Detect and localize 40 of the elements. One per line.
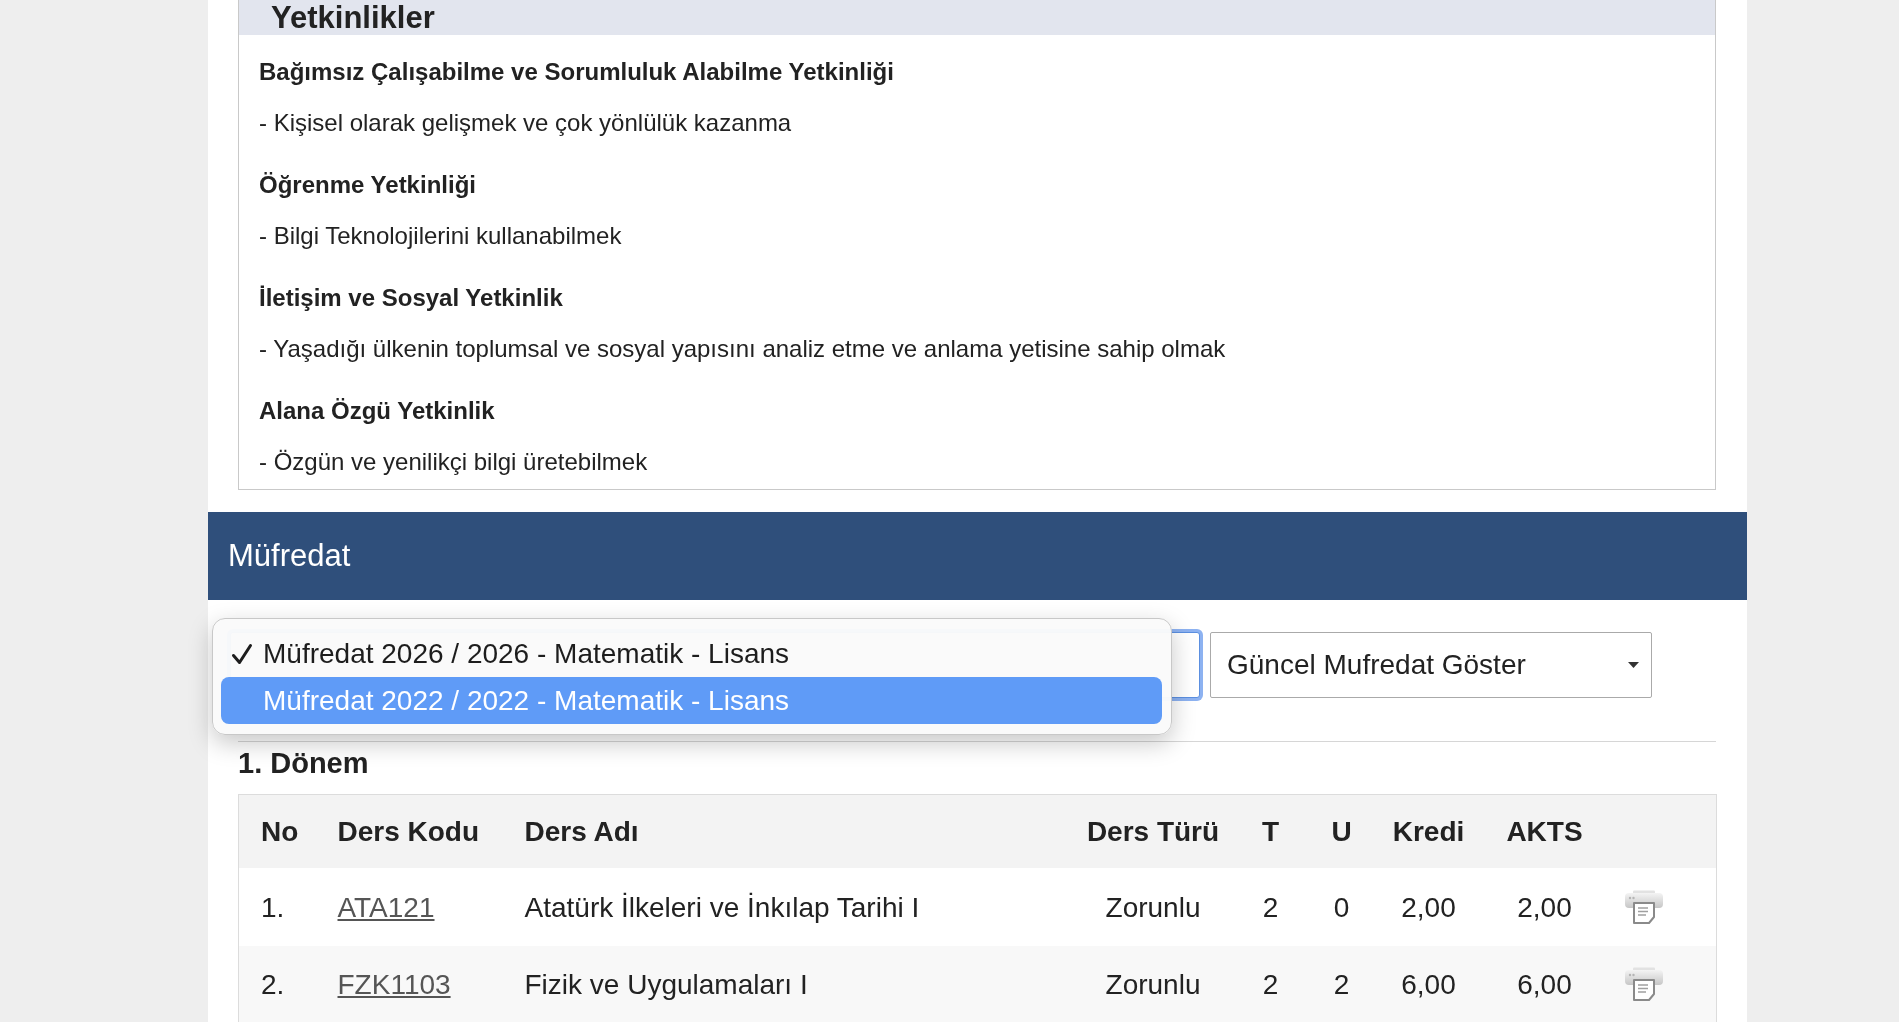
competency-heading: İletişim ve Sosyal Yetkinlik (259, 283, 564, 313)
table-cell: Zorunlu (1075, 868, 1231, 946)
column-header: Ders Kodu (317, 794, 503, 868)
table-cell: Zorunlu (1075, 946, 1231, 1022)
view-select[interactable]: Güncel Mufredat Göster (1210, 632, 1652, 698)
course-code-link[interactable]: ATA121 (337, 891, 435, 923)
competency-heading: Bağımsız Çalışabilme ve Sorumluluk Alabilme Yetkinliği (259, 57, 895, 87)
table-cell: Fizik ve Uygulamaları I (502, 946, 1076, 1022)
semester-title: 1. Dönem (238, 746, 370, 780)
column-header: Ders Adı (502, 794, 1076, 868)
table-cell: Atatürk İlkeleri ve İnkılap Tarihi I (502, 868, 1076, 946)
competency-item: - Yaşadığı ülkenin toplumsal ve sosyal yapısını analiz etme ve anlama yetisine sahip olmak (259, 334, 1227, 364)
caret-icon (1628, 662, 1639, 668)
check-icon (231, 643, 253, 665)
table-cell: 6,00 (1372, 946, 1485, 1022)
column-header: AKTS (1484, 794, 1605, 868)
table-cell: 2. (238, 946, 318, 1022)
table-cell: 2 (1230, 946, 1311, 1022)
section-header: Yetkinlikler (239, 0, 1715, 35)
table-cell: 2 (1310, 946, 1373, 1022)
table-cell: 6,00 (1484, 946, 1605, 1022)
column-header: Ders Türü (1075, 794, 1231, 868)
column-header: No (238, 794, 318, 868)
column-header: Kredi (1372, 794, 1485, 868)
dropdown-option[interactable]: Müfredat 2026 / 2026 - Matematik - Lisans (221, 630, 1162, 677)
table-cell: 2 (1230, 868, 1311, 946)
competency-item: - Bilgi Teknolojilerini kullanabilmek (259, 221, 623, 251)
printer-icon[interactable] (1623, 890, 1664, 924)
competency-heading: Öğrenme Yetkinliği (259, 170, 477, 200)
competency-item: - Kişisel olarak gelişmek ve çok yönlülük kazanma (259, 108, 793, 138)
table-cell: 2,00 (1372, 868, 1485, 946)
table-cell: 1. (238, 868, 318, 946)
section-header: Müfredat (208, 512, 1747, 600)
printer-icon[interactable] (1623, 967, 1664, 1001)
competency-heading: Alana Özgü Yetkinlik (259, 396, 496, 426)
competency-item: - Özgün ve yenilikçi bilgi üretebilmek (259, 447, 649, 477)
column-header: T (1230, 794, 1311, 868)
table-cell: 2,00 (1484, 868, 1605, 946)
table-cell: 0 (1310, 868, 1373, 946)
column-header: U (1310, 794, 1373, 868)
